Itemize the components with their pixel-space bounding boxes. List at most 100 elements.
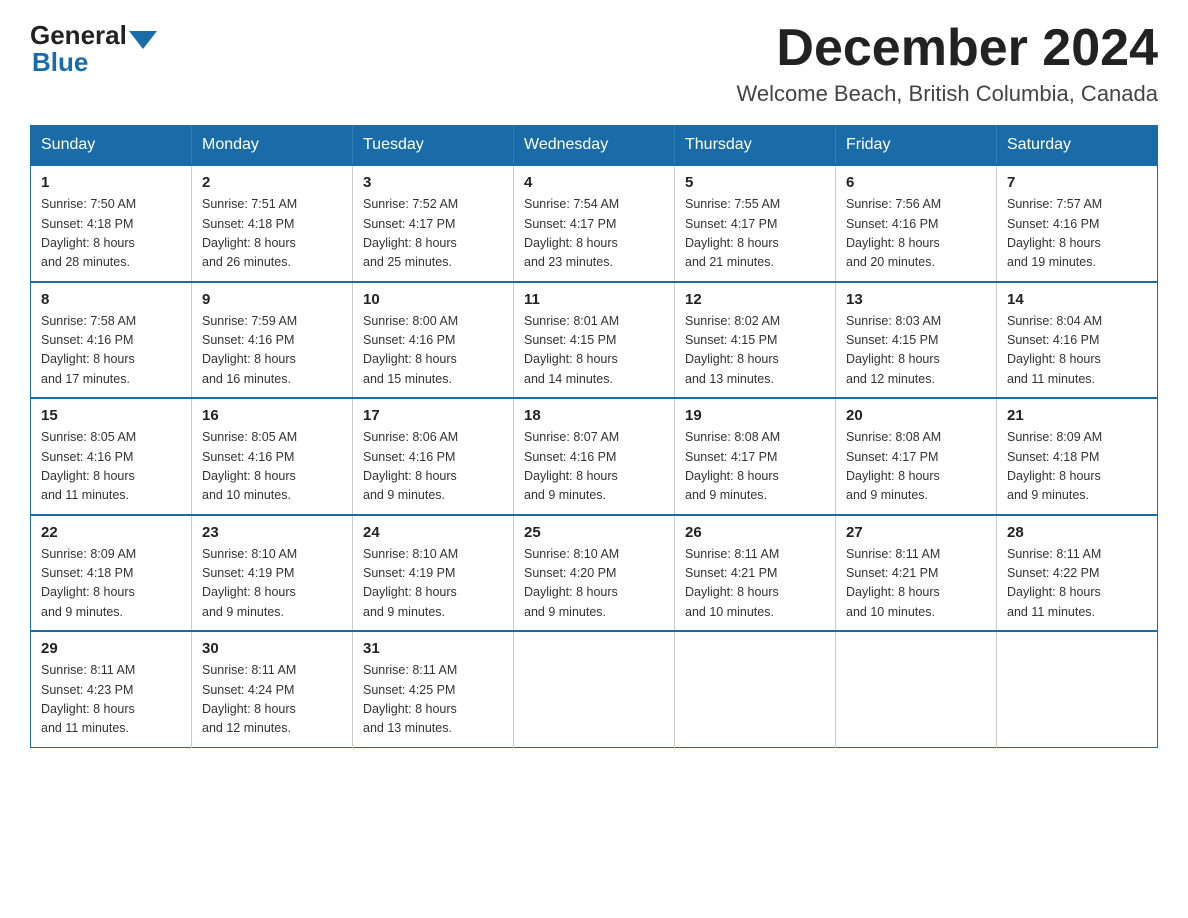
- day-number: 5: [685, 174, 825, 191]
- day-info: Sunrise: 8:11 AM Sunset: 4:23 PM Dayligh…: [41, 661, 181, 739]
- calendar-cell: 16Sunrise: 8:05 AM Sunset: 4:16 PM Dayli…: [192, 398, 353, 515]
- day-info: Sunrise: 8:07 AM Sunset: 4:16 PM Dayligh…: [524, 428, 664, 506]
- calendar-week-row: 8Sunrise: 7:58 AM Sunset: 4:16 PM Daylig…: [31, 282, 1158, 399]
- day-number: 27: [846, 524, 986, 541]
- day-info: Sunrise: 8:08 AM Sunset: 4:17 PM Dayligh…: [685, 428, 825, 506]
- calendar-cell: 28 Sunrise: 8:11 AM Sunset: 4:22 PM Dayli…: [997, 515, 1158, 632]
- calendar-week-row: 29 Sunrise: 8:11 AM Sunset: 4:23 PM Dayli…: [31, 631, 1158, 747]
- day-info: Sunrise: 8:10 AM Sunset: 4:20 PM Dayligh…: [524, 545, 664, 623]
- logo-triangle-icon: [129, 31, 157, 49]
- calendar-cell: 8Sunrise: 7:58 AM Sunset: 4:16 PM Daylig…: [31, 282, 192, 399]
- day-number: 25: [524, 524, 664, 541]
- day-number: 31: [363, 640, 503, 657]
- calendar-cell: 26Sunrise: 8:11 AM Sunset: 4:21 PM Dayli…: [675, 515, 836, 632]
- calendar-cell: 4 Sunrise: 7:54 AM Sunset: 4:17 PM Daylig…: [514, 165, 675, 282]
- calendar-cell: 31 Sunrise: 8:11 AM Sunset: 4:25 PM Dayli…: [353, 631, 514, 747]
- day-number: 20: [846, 407, 986, 424]
- page-header: General Blue December 2024 Welcome Beach…: [30, 20, 1158, 107]
- day-info: Sunrise: 7:59 AM Sunset: 4:16 PM Dayligh…: [202, 312, 342, 390]
- day-info: Sunrise: 8:09 AM Sunset: 4:18 PM Dayligh…: [1007, 428, 1147, 506]
- day-info: Sunrise: 8:06 AM Sunset: 4:16 PM Dayligh…: [363, 428, 503, 506]
- day-number: 28: [1007, 524, 1147, 541]
- day-info: Sunrise: 7:58 AM Sunset: 4:16 PM Dayligh…: [41, 312, 181, 390]
- month-title: December 2024: [737, 20, 1158, 77]
- calendar-cell: [997, 631, 1158, 747]
- calendar-cell: [514, 631, 675, 747]
- day-info: Sunrise: 7:50 AM Sunset: 4:18 PM Dayligh…: [41, 195, 181, 273]
- day-info: Sunrise: 8:11 AM Sunset: 4:21 PM Dayligh…: [846, 545, 986, 623]
- day-number: 9: [202, 291, 342, 308]
- calendar-cell: 5 Sunrise: 7:55 AM Sunset: 4:17 PM Daylig…: [675, 165, 836, 282]
- logo: General Blue: [30, 20, 159, 78]
- calendar-cell: 7Sunrise: 7:57 AM Sunset: 4:16 PM Daylig…: [997, 165, 1158, 282]
- calendar-header-row: SundayMondayTuesdayWednesdayThursdayFrid…: [31, 126, 1158, 166]
- day-number: 24: [363, 524, 503, 541]
- calendar-cell: 12 Sunrise: 8:02 AM Sunset: 4:15 PM Dayli…: [675, 282, 836, 399]
- calendar-cell: 2Sunrise: 7:51 AM Sunset: 4:18 PM Daylig…: [192, 165, 353, 282]
- day-info: Sunrise: 8:11 AM Sunset: 4:21 PM Dayligh…: [685, 545, 825, 623]
- calendar-cell: 25 Sunrise: 8:10 AM Sunset: 4:20 PM Dayli…: [514, 515, 675, 632]
- day-info: Sunrise: 8:08 AM Sunset: 4:17 PM Dayligh…: [846, 428, 986, 506]
- day-number: 23: [202, 524, 342, 541]
- day-number: 15: [41, 407, 181, 424]
- day-number: 12: [685, 291, 825, 308]
- day-info: Sunrise: 8:11 AM Sunset: 4:22 PM Dayligh…: [1007, 545, 1147, 623]
- day-number: 18: [524, 407, 664, 424]
- day-info: Sunrise: 7:56 AM Sunset: 4:16 PM Dayligh…: [846, 195, 986, 273]
- calendar-cell: 15 Sunrise: 8:05 AM Sunset: 4:16 PM Dayli…: [31, 398, 192, 515]
- weekday-header-monday: Monday: [192, 126, 353, 166]
- day-number: 2: [202, 174, 342, 191]
- day-info: Sunrise: 8:03 AM Sunset: 4:15 PM Dayligh…: [846, 312, 986, 390]
- weekday-header-thursday: Thursday: [675, 126, 836, 166]
- title-block: December 2024 Welcome Beach, British Col…: [737, 20, 1158, 107]
- day-info: Sunrise: 7:55 AM Sunset: 4:17 PM Dayligh…: [685, 195, 825, 273]
- day-number: 21: [1007, 407, 1147, 424]
- day-number: 19: [685, 407, 825, 424]
- calendar-cell: [836, 631, 997, 747]
- day-info: Sunrise: 8:10 AM Sunset: 4:19 PM Dayligh…: [202, 545, 342, 623]
- day-number: 11: [524, 291, 664, 308]
- calendar-cell: 11Sunrise: 8:01 AM Sunset: 4:15 PM Dayli…: [514, 282, 675, 399]
- day-number: 14: [1007, 291, 1147, 308]
- calendar-cell: [675, 631, 836, 747]
- calendar-cell: 21 Sunrise: 8:09 AM Sunset: 4:18 PM Dayli…: [997, 398, 1158, 515]
- day-number: 7: [1007, 174, 1147, 191]
- weekday-header-friday: Friday: [836, 126, 997, 166]
- calendar-cell: 23 Sunrise: 8:10 AM Sunset: 4:19 PM Dayli…: [192, 515, 353, 632]
- day-info: Sunrise: 8:11 AM Sunset: 4:25 PM Dayligh…: [363, 661, 503, 739]
- day-number: 4: [524, 174, 664, 191]
- day-number: 29: [41, 640, 181, 657]
- day-info: Sunrise: 8:05 AM Sunset: 4:16 PM Dayligh…: [41, 428, 181, 506]
- day-number: 6: [846, 174, 986, 191]
- day-info: Sunrise: 8:02 AM Sunset: 4:15 PM Dayligh…: [685, 312, 825, 390]
- day-number: 3: [363, 174, 503, 191]
- calendar-cell: 1 Sunrise: 7:50 AM Sunset: 4:18 PM Daylig…: [31, 165, 192, 282]
- day-info: Sunrise: 8:04 AM Sunset: 4:16 PM Dayligh…: [1007, 312, 1147, 390]
- day-info: Sunrise: 7:52 AM Sunset: 4:17 PM Dayligh…: [363, 195, 503, 273]
- calendar-cell: 18 Sunrise: 8:07 AM Sunset: 4:16 PM Dayli…: [514, 398, 675, 515]
- calendar-cell: 9 Sunrise: 7:59 AM Sunset: 4:16 PM Daylig…: [192, 282, 353, 399]
- day-number: 17: [363, 407, 503, 424]
- calendar-cell: 22Sunrise: 8:09 AM Sunset: 4:18 PM Dayli…: [31, 515, 192, 632]
- calendar-cell: 30Sunrise: 8:11 AM Sunset: 4:24 PM Dayli…: [192, 631, 353, 747]
- weekday-header-saturday: Saturday: [997, 126, 1158, 166]
- logo-blue-text: Blue: [32, 47, 88, 77]
- day-info: Sunrise: 7:54 AM Sunset: 4:17 PM Dayligh…: [524, 195, 664, 273]
- day-number: 30: [202, 640, 342, 657]
- calendar-cell: 17 Sunrise: 8:06 AM Sunset: 4:16 PM Dayli…: [353, 398, 514, 515]
- day-number: 16: [202, 407, 342, 424]
- calendar-cell: 24 Sunrise: 8:10 AM Sunset: 4:19 PM Dayli…: [353, 515, 514, 632]
- calendar-cell: 3 Sunrise: 7:52 AM Sunset: 4:17 PM Daylig…: [353, 165, 514, 282]
- day-number: 1: [41, 174, 181, 191]
- calendar-cell: 20 Sunrise: 8:08 AM Sunset: 4:17 PM Dayli…: [836, 398, 997, 515]
- calendar-cell: 14 Sunrise: 8:04 AM Sunset: 4:16 PM Dayli…: [997, 282, 1158, 399]
- day-number: 10: [363, 291, 503, 308]
- day-number: 22: [41, 524, 181, 541]
- weekday-header-sunday: Sunday: [31, 126, 192, 166]
- weekday-header-wednesday: Wednesday: [514, 126, 675, 166]
- weekday-header-tuesday: Tuesday: [353, 126, 514, 166]
- day-info: Sunrise: 8:10 AM Sunset: 4:19 PM Dayligh…: [363, 545, 503, 623]
- calendar-cell: 13Sunrise: 8:03 AM Sunset: 4:15 PM Dayli…: [836, 282, 997, 399]
- calendar-cell: 10Sunrise: 8:00 AM Sunset: 4:16 PM Dayli…: [353, 282, 514, 399]
- calendar-cell: 29 Sunrise: 8:11 AM Sunset: 4:23 PM Dayli…: [31, 631, 192, 747]
